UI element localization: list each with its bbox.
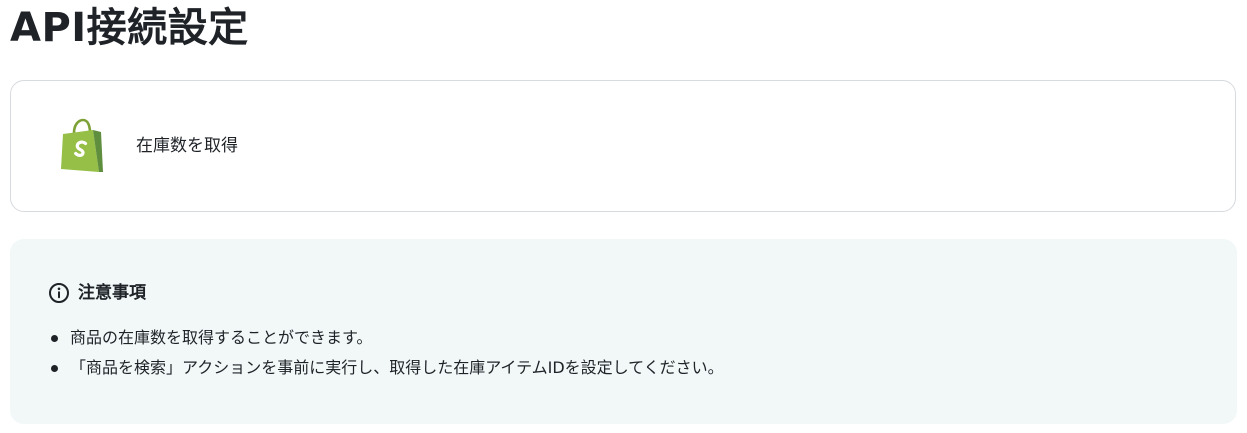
bullet [51, 335, 58, 342]
action-label: 在庫数を取得 [136, 136, 238, 156]
page-title: API接続設定 [10, 5, 249, 51]
bullet [51, 365, 58, 372]
notice-list: 商品の在庫数を取得することができます。 「商品を検索」アクションを事前に実行し、… [48, 323, 724, 383]
info-circle-icon [48, 282, 70, 304]
notice-header: 注意事項 [48, 280, 146, 306]
notice-title: 注意事項 [78, 283, 146, 303]
action-card-get-inventory[interactable]: 在庫数を取得 [10, 80, 1236, 212]
list-item: 「商品を検索」アクションを事前に実行し、取得した在庫アイテムIDを設定してくださ… [48, 353, 724, 383]
list-item-text: 「商品を検索」アクションを事前に実行し、取得した在庫アイテムIDを設定してくださ… [70, 358, 724, 377]
list-item-text: 商品の在庫数を取得することができます。 [70, 328, 373, 347]
list-item: 商品の在庫数を取得することができます。 [48, 323, 724, 353]
notice-panel: 注意事項 商品の在庫数を取得することができます。 「商品を検索」アクションを事前… [10, 239, 1237, 424]
shopify-bag-icon [57, 117, 105, 173]
